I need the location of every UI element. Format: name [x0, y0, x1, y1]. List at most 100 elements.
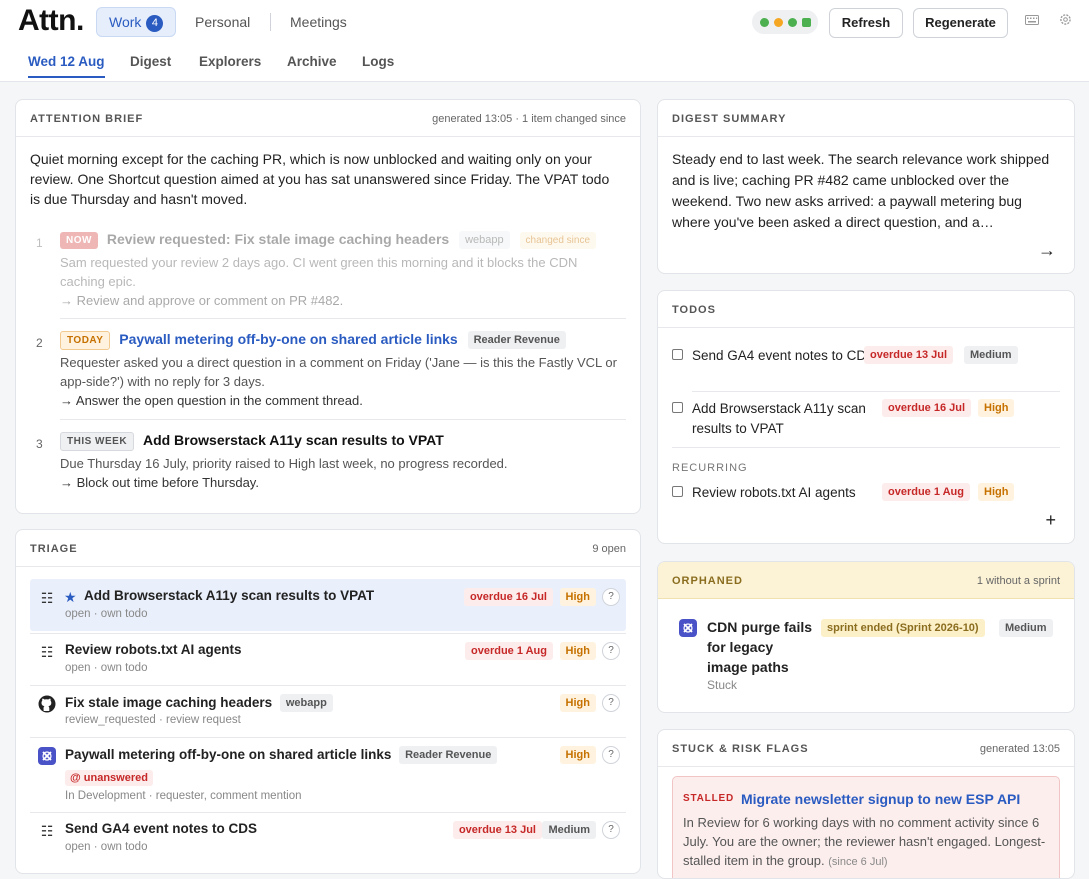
context-work-label: Work — [109, 14, 142, 30]
triage-row[interactable]: Fix stale image caching headers webapp r… — [30, 685, 626, 737]
tab-archive[interactable]: Archive — [287, 54, 337, 69]
regenerate-button[interactable]: Regenerate — [913, 8, 1008, 38]
changed-badge: changed since — [519, 232, 597, 249]
triage-card: TRIAGE 9 open ☷ ★ Add Browserstack A11y … — [15, 529, 641, 874]
list-icon: ☷ — [40, 590, 54, 606]
row-title-group: Fix stale image caching headers webapp — [65, 694, 333, 712]
tab-today[interactable]: Wed 12 Aug — [28, 54, 105, 78]
todo-title: Add Browserstack A11y scan results to VP… — [692, 401, 866, 436]
context-personal[interactable]: Personal — [183, 7, 262, 37]
due-badge: overdue 16 Jul — [463, 588, 553, 606]
item-action: → Block out time before Thursday. — [60, 475, 259, 490]
item-title: Review requested: Fix stale image cachin… — [106, 231, 450, 247]
help-button[interactable]: ? — [602, 746, 620, 764]
item-title-row: THIS WEEK Add Browserstack A11y scan res… — [60, 432, 444, 451]
app-logo: Attn. — [18, 4, 84, 37]
digest-summary-card: DIGEST SUMMARY Steady end to last week. … — [657, 99, 1075, 274]
priority-badge: Medium — [542, 821, 596, 839]
item-action: → Review and approve or comment on PR #4… — [60, 293, 343, 308]
orphaned-item-state: Stuck — [707, 678, 738, 692]
help-button[interactable]: ? — [602, 588, 620, 606]
item-number: 3 — [36, 437, 43, 451]
card-header: TODOS — [658, 291, 1074, 328]
row-title: Add Browserstack A11y scan results to VP… — [84, 588, 375, 603]
stuck-risk-title: STUCK & RISK FLAGS — [672, 743, 809, 755]
arrow-right-icon[interactable]: → — [1038, 240, 1056, 261]
stalled-item-title[interactable]: Migrate newsletter signup to new ESP API — [741, 791, 1020, 807]
brief-item[interactable]: 2 TODAY Paywall metering off-by-one on s… — [30, 331, 626, 411]
orphaned-meta: 1 without a sprint — [976, 575, 1060, 587]
context-meetings[interactable]: Meetings — [278, 7, 359, 37]
add-todo-button[interactable]: + — [1045, 510, 1056, 531]
priority-badge: High — [559, 694, 596, 712]
row-subtitle: In Development · requester, comment ment… — [65, 790, 302, 802]
todo-item[interactable]: Add Browserstack A11y scan results to VP… — [672, 399, 1062, 441]
triage-row[interactable]: Paywall metering off-by-one on shared ar… — [30, 737, 626, 811]
todo-item[interactable]: Send GA4 event notes to CDS overdue 13 J… — [672, 346, 1062, 388]
help-button[interactable]: ? — [602, 694, 620, 712]
triage-row[interactable]: ☷ Send GA4 event notes to CDS open · own… — [30, 812, 626, 864]
priority-badge: Medium — [964, 346, 1018, 364]
item-action-text: Review and approve or comment on PR #482… — [76, 293, 344, 308]
row-subtitle: open · own todo — [65, 841, 148, 853]
recurring-label: RECURRING — [672, 462, 748, 474]
item-title-link[interactable]: Paywall metering off-by-one on shared ar… — [119, 331, 457, 347]
card-header: DIGEST SUMMARY — [658, 100, 1074, 137]
status-dot — [760, 18, 769, 27]
help-button[interactable]: ? — [602, 821, 620, 839]
item-title-row: TODAY Paywall metering off-by-one on sha… — [60, 331, 566, 350]
item-description: Requester asked you a direct question in… — [60, 355, 617, 389]
brief-item[interactable]: 3 THIS WEEK Add Browserstack A11y scan r… — [30, 432, 626, 502]
star-icon[interactable]: ★ — [64, 589, 77, 606]
attention-summary: Quiet morning except for the caching PR,… — [30, 151, 610, 207]
status-dot — [774, 18, 783, 27]
todo-checkbox[interactable] — [672, 402, 683, 413]
stalled-desc-text: In Review for 6 working days with no com… — [683, 815, 1040, 849]
context-work[interactable]: Work 4 — [96, 7, 177, 37]
stalled-item[interactable]: STALLED Migrate newsletter signup to new… — [672, 776, 1060, 878]
digest-summary-text: Steady end to last week. The search rele… — [672, 151, 1050, 230]
project-chip: Reader Revenue — [467, 331, 566, 349]
brief-item[interactable]: 1 NOW Review requested: Fix stale image … — [30, 231, 626, 311]
help-button[interactable]: ? — [602, 642, 620, 660]
stuck-risk-meta: generated 13:05 — [979, 743, 1060, 755]
item-number: 1 — [36, 236, 43, 250]
row-title: Paywall metering off-by-one on shared ar… — [65, 747, 392, 762]
item-title-row: NOW Review requested: Fix stale image ca… — [60, 231, 597, 249]
item-action-text: Answer the open question in the comment … — [75, 393, 363, 408]
row-subtitle: open · own todo — [65, 608, 148, 620]
shortcut-icon — [679, 619, 697, 637]
keyboard-icon[interactable] — [1024, 13, 1040, 29]
row-subtitle: review_requested · review request — [65, 714, 241, 726]
todo-divider — [692, 391, 1060, 392]
card-header: STUCK & RISK FLAGS generated 13:05 — [658, 730, 1074, 767]
tab-digest[interactable]: Digest — [130, 54, 171, 69]
todo-checkbox[interactable] — [672, 349, 683, 360]
triage-row[interactable]: ☷ ★ Add Browserstack A11y scan results t… — [30, 579, 626, 631]
todo-item[interactable]: Review robots.txt AI agents overdue 1 Au… — [672, 483, 1062, 507]
row-title: Review robots.txt AI agents — [65, 642, 242, 657]
github-icon — [38, 695, 56, 713]
status-indicator — [752, 10, 818, 34]
refresh-button[interactable]: Refresh — [829, 8, 903, 38]
item-divider — [60, 419, 626, 420]
priority-badge: High — [978, 483, 1015, 501]
orphaned-item-title[interactable]: CDN purge fails for legacy image paths — [707, 617, 817, 677]
item-action-text: Block out time before Thursday. — [76, 475, 259, 490]
arrow-right-icon: → — [60, 475, 77, 490]
row-title-group: Paywall metering off-by-one on shared ar… — [65, 746, 498, 764]
tab-logs[interactable]: Logs — [362, 54, 394, 69]
stuck-risk-card: STUCK & RISK FLAGS generated 13:05 STALL… — [657, 729, 1075, 879]
item-description: Due Thursday 16 July, priority raised to… — [60, 456, 508, 471]
tab-explorers[interactable]: Explorers — [199, 54, 261, 69]
item-divider — [60, 318, 626, 319]
triage-row[interactable]: ☷ Review robots.txt AI agents open · own… — [30, 633, 626, 685]
stalled-since: (since 6 Jul) — [828, 856, 888, 868]
orphaned-title: ORPHANED — [672, 575, 743, 587]
context-work-count: 4 — [146, 15, 164, 32]
todo-checkbox[interactable] — [672, 486, 683, 497]
row-subtitle: open · own todo — [65, 662, 148, 674]
context-divider — [270, 13, 271, 31]
row-title: Send GA4 event notes to CDS — [65, 821, 258, 836]
settings-icon[interactable] — [1057, 13, 1073, 29]
